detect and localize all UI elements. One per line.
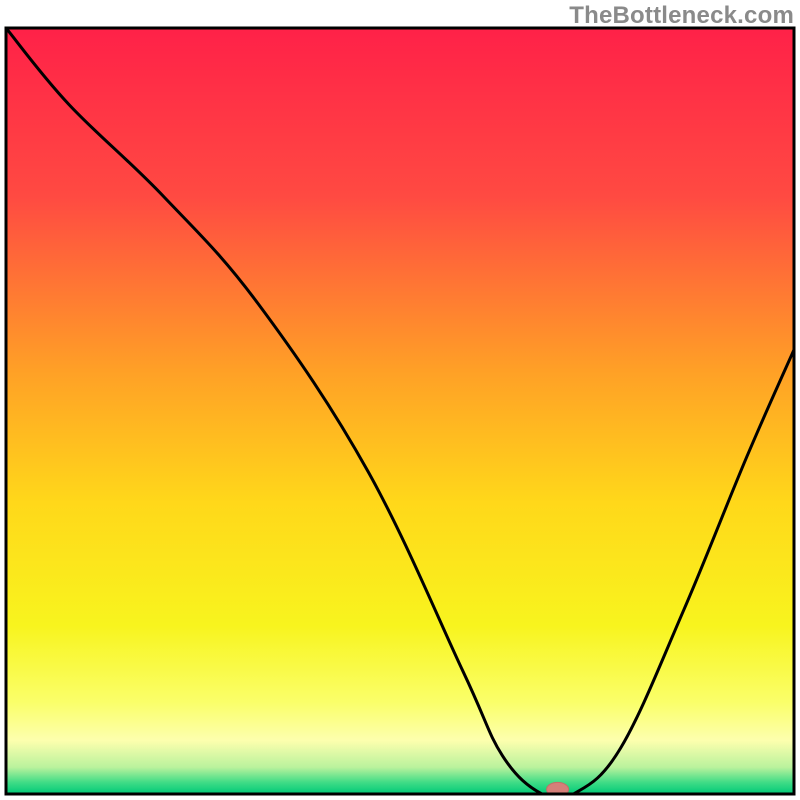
gradient-background	[6, 28, 794, 794]
bottleneck-chart	[0, 0, 800, 800]
chart-container: TheBottleneck.com	[0, 0, 800, 800]
watermark-text: TheBottleneck.com	[569, 2, 794, 30]
